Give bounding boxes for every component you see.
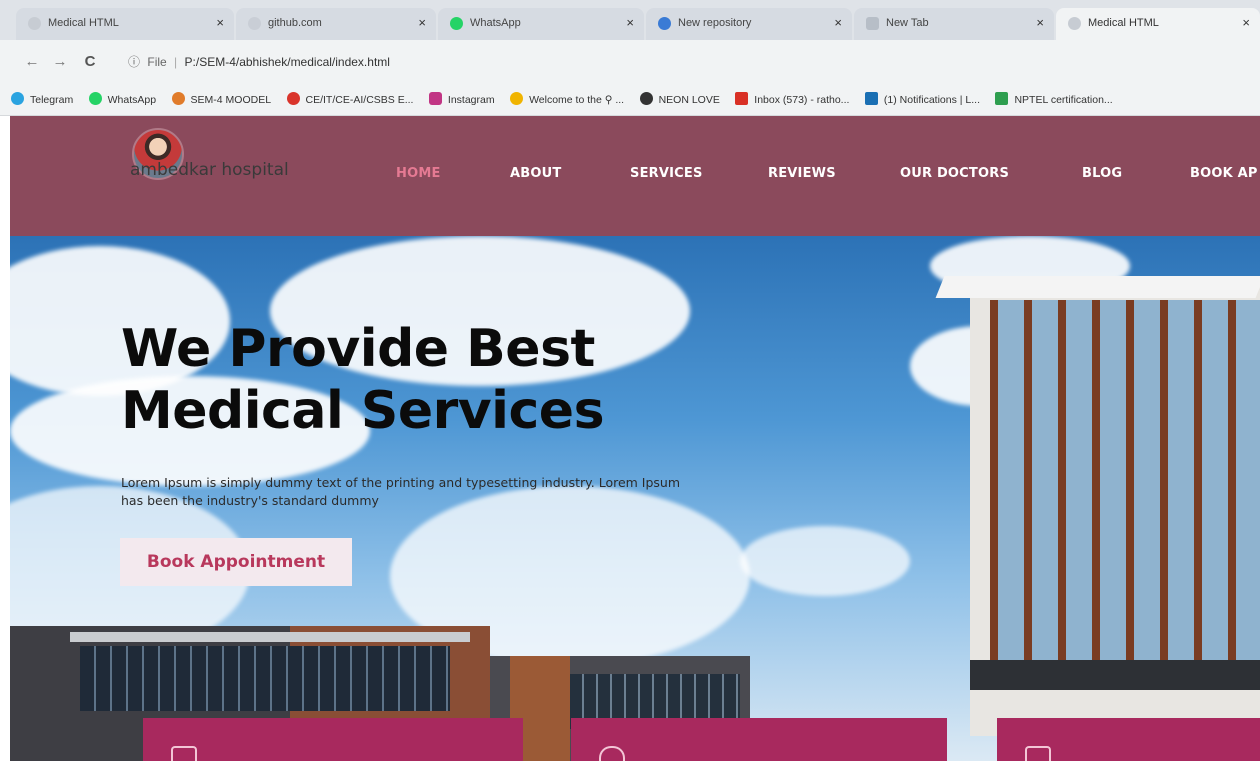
service-card[interactable] xyxy=(997,718,1260,761)
browser-tabstrip: Medical HTML × github.com × WhatsApp × N… xyxy=(0,0,1260,40)
tab-label: github.com xyxy=(268,17,322,29)
tab-medical-html-active[interactable]: Medical HTML × xyxy=(1056,8,1260,40)
bookmark-label: Welcome to the ⚲ ... xyxy=(529,94,625,106)
building-facade xyxy=(990,300,1260,660)
bookmark-gmail[interactable]: Inbox (573) - ratho... xyxy=(735,84,850,115)
instagram-icon xyxy=(428,92,442,105)
building-base xyxy=(970,660,1260,690)
bookmark-label: SEM-4 MOODEL xyxy=(190,94,272,106)
url-text: P:/SEM-4/abhishek/medical/index.html xyxy=(184,55,390,69)
tab-label: New Tab xyxy=(886,17,929,29)
bookmark-moodle[interactable]: SEM-4 MOODEL xyxy=(171,84,272,115)
site-header: ambedkar hospital HOME ABOUT SERVICES RE… xyxy=(10,116,1260,236)
building-image-right xyxy=(935,276,1260,736)
college-icon xyxy=(286,92,300,105)
nav-about[interactable]: ABOUT xyxy=(510,166,561,181)
bookmark-welcome[interactable]: Welcome to the ⚲ ... xyxy=(510,84,625,115)
telegram-icon xyxy=(11,92,24,105)
back-arrow-icon[interactable]: ← xyxy=(22,52,42,72)
bookmarks-bar: Telegram WhatsApp SEM-4 MOODEL CE/IT/CE-… xyxy=(0,84,1260,116)
close-icon[interactable]: × xyxy=(626,8,634,38)
tab-github[interactable]: github.com × xyxy=(236,8,436,40)
close-icon[interactable]: × xyxy=(834,8,842,38)
linkedin-icon xyxy=(864,92,878,105)
nav-reviews[interactable]: REVIEWS xyxy=(768,166,836,181)
tab-label: New repository xyxy=(678,17,752,29)
bookmark-instagram[interactable]: Instagram xyxy=(428,84,495,115)
nav-book-appointment[interactable]: BOOK AP xyxy=(1190,166,1258,181)
calendar-icon xyxy=(171,746,197,761)
bookmark-label: NEON LOVE xyxy=(658,94,720,106)
nav-services[interactable]: SERVICES xyxy=(630,166,703,181)
globe-icon xyxy=(1068,17,1081,30)
whatsapp-icon xyxy=(450,17,463,30)
gmail-icon xyxy=(735,92,749,105)
neon-icon xyxy=(639,92,653,105)
bookmark-whatsapp[interactable]: WhatsApp xyxy=(88,84,157,115)
tab-whatsapp[interactable]: WhatsApp × xyxy=(438,8,644,40)
hero-title-line1: We Provide Best xyxy=(121,319,595,379)
close-icon[interactable]: × xyxy=(1036,8,1044,38)
people-icon xyxy=(599,746,625,761)
service-card[interactable] xyxy=(571,718,947,761)
hero-title: We Provide Best Medical Services xyxy=(121,318,605,442)
bookmark-label: Instagram xyxy=(447,94,495,106)
building-roof xyxy=(70,632,470,642)
nptel-icon xyxy=(995,92,1009,105)
bookmark-label: NPTEL certification... xyxy=(1014,94,1113,106)
info-icon[interactable]: ⓘ xyxy=(128,55,140,69)
close-icon[interactable]: × xyxy=(216,8,224,38)
bookmark-label: (1) Notifications | L... xyxy=(883,94,980,106)
nav-blog[interactable]: BLOG xyxy=(1082,166,1122,181)
bookmark-ce-it[interactable]: CE/IT/CE-AI/CSBS E... xyxy=(286,84,414,115)
tab-new-repository[interactable]: New repository × xyxy=(646,8,852,40)
tab-label: Medical HTML xyxy=(1088,17,1159,29)
url-scheme: File xyxy=(147,55,167,69)
tab-new-tab[interactable]: New Tab × xyxy=(854,8,1054,40)
book-appointment-button[interactable]: Book Appointment xyxy=(120,538,352,586)
reload-icon[interactable]: C xyxy=(80,52,100,72)
tab-medical-html[interactable]: Medical HTML × xyxy=(16,8,234,40)
moodle-icon xyxy=(171,92,185,105)
tab-label: WhatsApp xyxy=(470,17,521,29)
github-icon xyxy=(248,17,261,30)
bookmark-label: Inbox (573) - ratho... xyxy=(754,94,850,106)
hero-title-line2: Medical Services xyxy=(121,381,605,441)
service-card[interactable] xyxy=(143,718,523,761)
hero-section: We Provide Best Medical Services Lorem I… xyxy=(10,236,1260,761)
cloud-decoration xyxy=(740,526,910,596)
logo-text[interactable]: ambedkar hospital xyxy=(130,160,289,180)
tab-label: Medical HTML xyxy=(48,17,119,29)
close-icon[interactable]: × xyxy=(1242,8,1250,38)
building-windows xyxy=(80,646,450,711)
bookmark-neon-love[interactable]: NEON LOVE xyxy=(639,84,720,115)
ambulance-icon xyxy=(1025,746,1051,761)
browser-toolbar: ← → C ⓘ File | P:/SEM-4/abhishek/medical… xyxy=(0,40,1260,84)
building-overhang xyxy=(935,276,1260,298)
bookmark-label: WhatsApp xyxy=(107,94,157,106)
url-separator: | xyxy=(174,55,178,69)
document-icon xyxy=(28,17,41,30)
newtab-icon xyxy=(866,17,879,30)
github-icon xyxy=(658,17,671,30)
hero-subtitle: Lorem Ipsum is simply dummy text of the … xyxy=(121,475,681,508)
forward-arrow-icon[interactable]: → xyxy=(50,52,70,72)
close-icon[interactable]: × xyxy=(418,8,426,38)
nav-our-doctors[interactable]: OUR DOCTORS xyxy=(900,166,1009,181)
nav-home[interactable]: HOME xyxy=(396,166,441,181)
bookmark-label: Telegram xyxy=(30,94,74,106)
whatsapp-icon xyxy=(88,92,102,105)
bookmark-linkedin[interactable]: (1) Notifications | L... xyxy=(864,84,980,115)
address-bar[interactable]: ⓘ File | P:/SEM-4/abhishek/medical/index… xyxy=(114,47,1254,77)
welcome-icon xyxy=(510,92,524,105)
bookmark-nptel[interactable]: NPTEL certification... xyxy=(995,84,1113,115)
bookmark-label: CE/IT/CE-AI/CSBS E... xyxy=(305,94,414,106)
bookmark-telegram[interactable]: Telegram xyxy=(11,84,74,115)
